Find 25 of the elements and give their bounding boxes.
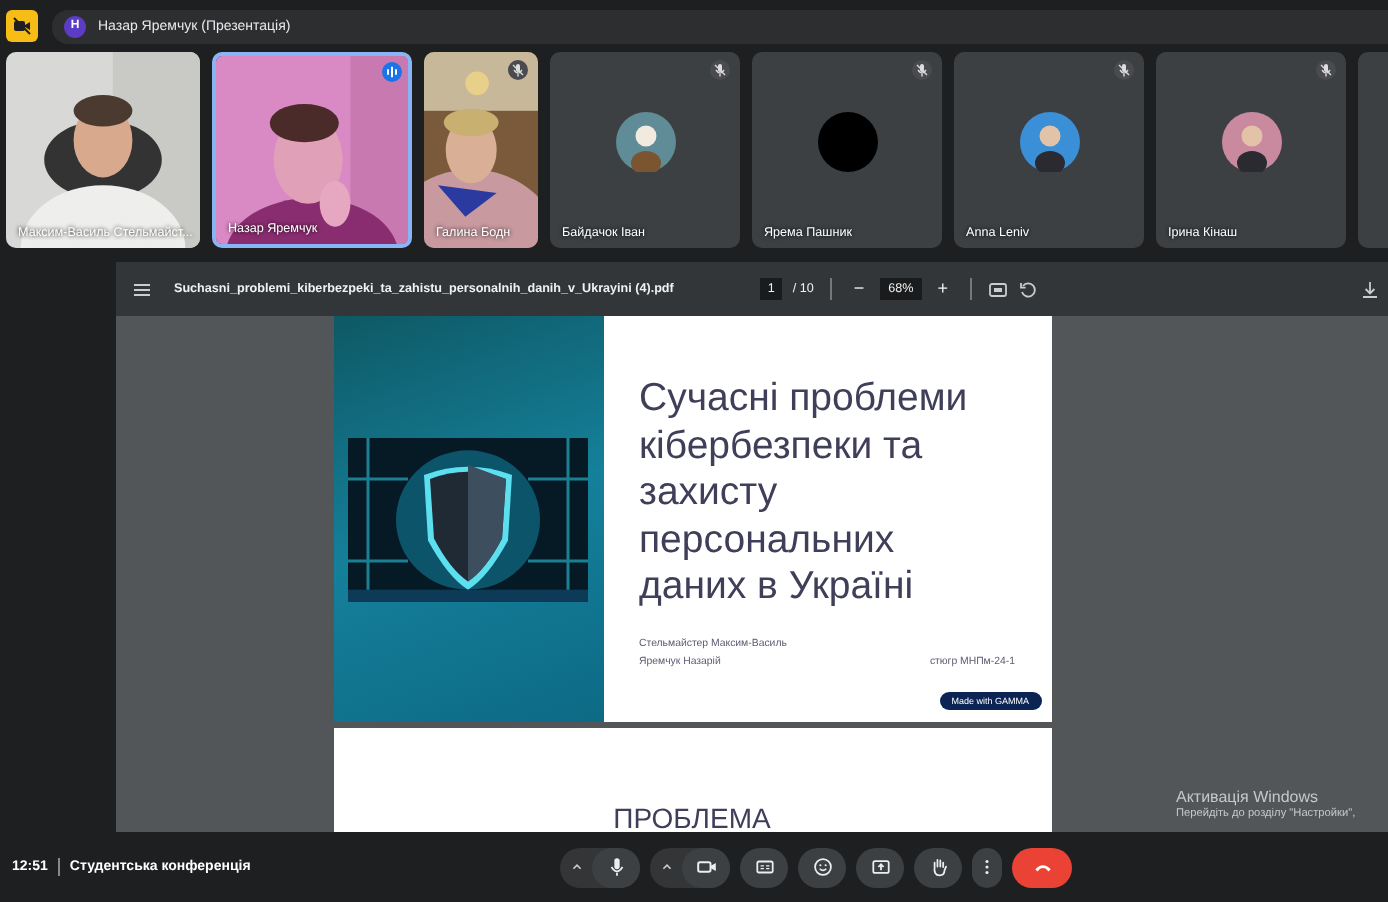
end-call-button[interactable] (1012, 847, 1072, 887)
present-button[interactable] (856, 847, 904, 887)
more-options-button[interactable] (972, 847, 1002, 887)
activation-title: Активація Windows (1176, 788, 1321, 806)
download-icon[interactable] (1360, 279, 1380, 299)
camera-button[interactable] (682, 847, 730, 887)
avatar (817, 112, 877, 172)
menu-icon[interactable] (132, 279, 152, 299)
microphone-icon (605, 856, 627, 878)
present-screen-icon (869, 856, 891, 878)
video-camera-icon (695, 856, 717, 878)
captions-button[interactable] (740, 847, 788, 887)
microphone-button[interactable] (592, 847, 640, 887)
raise-hand-button[interactable] (914, 847, 962, 887)
camera-off-icon[interactable] (6, 10, 38, 42)
speaking-icon (382, 62, 402, 82)
emoji-button[interactable] (798, 847, 846, 887)
captions-icon (753, 856, 775, 878)
slide-title: ПРОБЛЕМА (613, 804, 771, 832)
rotate-icon[interactable] (1018, 279, 1039, 299)
slide-title: Сучасні проблеми кібербезпеки та захисту персональних даних в Україні (639, 376, 970, 611)
zoom-in-button[interactable]: + (931, 280, 955, 298)
fit-page-icon[interactable] (988, 279, 1009, 299)
smiley-icon (811, 856, 833, 878)
zoom-out-button[interactable]: − (847, 280, 871, 298)
